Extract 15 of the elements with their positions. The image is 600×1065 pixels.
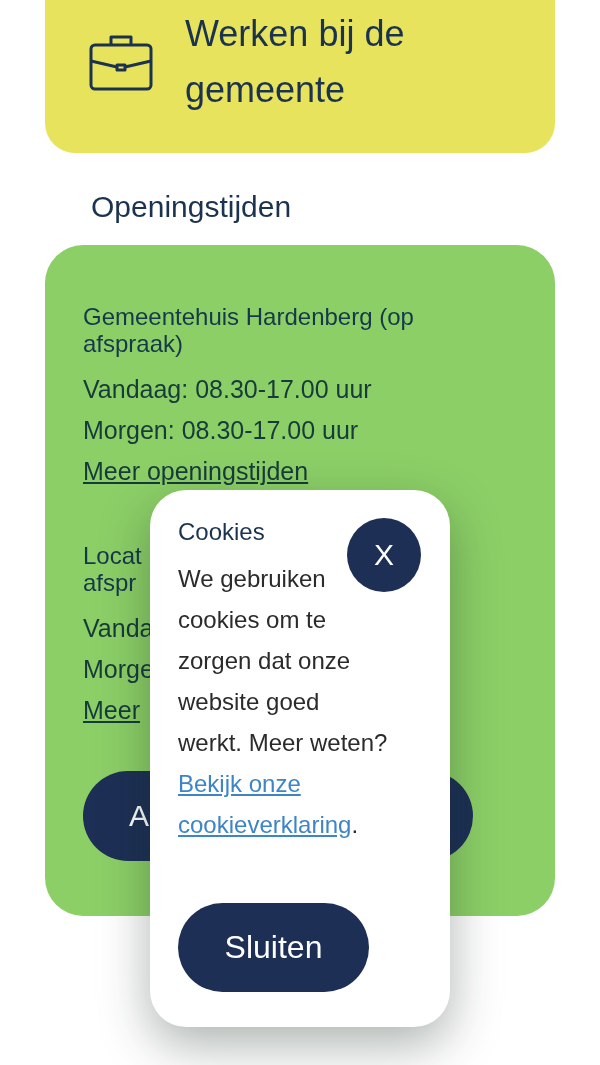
dialog-title: Cookies xyxy=(178,518,266,546)
more-hours-link[interactable]: Meer openingstijden xyxy=(83,451,309,492)
employment-card[interactable]: Werken bij de gemeente xyxy=(45,0,555,153)
opening-hours-line: Vandaag: 08.30-17.00 uur xyxy=(83,374,372,405)
close-dialog-button[interactable]: Sluiten xyxy=(178,903,369,992)
location-name: Gemeentehuis Hardenberg (op afspraak) xyxy=(83,303,415,357)
location-name: Locat afspr xyxy=(83,542,142,596)
opening-hours-line: Vanda xyxy=(83,613,154,644)
cookie-policy-link[interactable]: Bekijk onze cookieverklaring xyxy=(178,763,352,845)
card-title: Werken bij de gemeente xyxy=(185,12,406,112)
section-heading: Openingstijden xyxy=(91,189,293,225)
briefcase-icon xyxy=(89,33,153,91)
more-hours-link[interactable]: Meer xyxy=(83,690,140,731)
opening-hours-line: Morgen: 08.30-17.00 uur xyxy=(83,415,359,446)
opening-hours-line: Morge xyxy=(83,654,154,685)
